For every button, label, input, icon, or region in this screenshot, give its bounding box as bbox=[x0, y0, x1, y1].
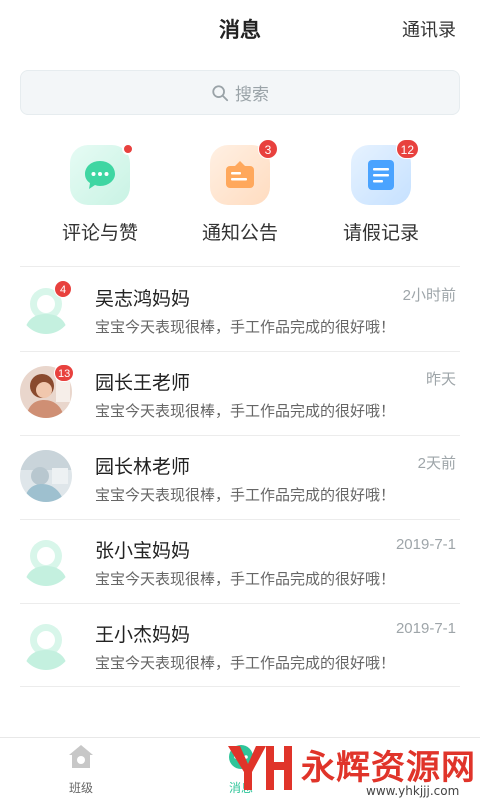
notices-count-badge: 3 bbox=[258, 139, 278, 159]
quick-action-comments[interactable]: 评论与赞 bbox=[45, 143, 155, 245]
message-preview: 宝宝今天表现很棒，手工作品完成的很好哦！ bbox=[95, 655, 396, 672]
tab-class[interactable]: 班级 bbox=[36, 742, 126, 796]
contact-name: 吴志鸿妈妈 bbox=[95, 289, 191, 310]
avatar bbox=[20, 450, 72, 502]
quick-action-label: 评论与赞 bbox=[61, 223, 138, 244]
message-preview: 宝宝今天表现很棒，手工作品完成的很好哦！ bbox=[95, 571, 396, 588]
message-time: 昨天 bbox=[425, 371, 456, 388]
notices-tile[interactable]: 3 bbox=[210, 139, 278, 205]
document-icon bbox=[368, 160, 394, 190]
message-preview: 宝宝今天表现很棒，手工作品完成的很好哦！ bbox=[95, 487, 396, 504]
conversation-item[interactable]: 园长林老师 2天前 宝宝今天表现很棒，手工作品完成的很好哦！ bbox=[0, 436, 480, 520]
watermark-text: 永辉资源网 bbox=[301, 749, 476, 787]
contact-name: 王小杰妈妈 bbox=[95, 625, 191, 646]
comments-tile[interactable] bbox=[70, 143, 134, 205]
leave-records-tile[interactable]: 12 bbox=[351, 139, 419, 205]
unread-dot bbox=[122, 143, 134, 155]
quick-action-leave-records[interactable]: 12 请假记录 bbox=[326, 139, 436, 245]
home-icon bbox=[69, 745, 93, 768]
message-time: 2小时前 bbox=[402, 287, 456, 304]
conversation-item[interactable]: 13 园长王老师 昨天 宝宝今天表现很棒，手工作品完成的很好哦！ bbox=[0, 352, 480, 436]
message-time: 2019-7-1 bbox=[395, 536, 456, 553]
conversation-item[interactable]: 张小宝妈妈 2019-7-1 宝宝今天表现很棒，手工作品完成的很好哦！ bbox=[0, 520, 480, 604]
top-nav-bar: 消息 通讯录 bbox=[0, 0, 480, 56]
section-divider bbox=[20, 266, 460, 267]
contact-name: 园长林老师 bbox=[95, 457, 191, 478]
unread-count-badge: 13 bbox=[54, 364, 75, 382]
tab-label: 班级 bbox=[68, 781, 93, 795]
chat-bubble-icon bbox=[85, 161, 115, 189]
row-divider bbox=[20, 686, 460, 687]
message-preview: 宝宝今天表现很棒，手工作品完成的很好哦！ bbox=[95, 319, 396, 336]
conversation-item[interactable]: 4 吴志鸿妈妈 2小时前 宝宝今天表现很棒，手工作品完成的很好哦！ bbox=[0, 268, 480, 352]
search-input[interactable]: 搜索 bbox=[20, 70, 460, 115]
search-placeholder: 搜索 bbox=[235, 85, 269, 104]
unread-count-badge: 4 bbox=[54, 280, 72, 298]
leave-records-count-badge: 12 bbox=[395, 139, 419, 159]
contact-name: 园长王老师 bbox=[95, 373, 191, 394]
quick-action-label: 通知公告 bbox=[201, 223, 278, 244]
watermark-url: www.yhkjjj.com bbox=[366, 784, 460, 798]
watermark: 永辉资源网 www.yhkjjj.com bbox=[226, 740, 480, 800]
message-time: 2019-7-1 bbox=[395, 620, 456, 637]
contacts-link[interactable]: 通讯录 bbox=[402, 16, 456, 42]
quick-action-label: 请假记录 bbox=[342, 223, 419, 244]
conversation-item[interactable]: 王小杰妈妈 2019-7-1 宝宝今天表现很棒，手工作品完成的很好哦！ bbox=[0, 604, 480, 688]
watermark-logo-icon bbox=[228, 746, 292, 790]
contact-name: 张小宝妈妈 bbox=[95, 541, 191, 562]
announcement-icon bbox=[226, 161, 254, 188]
avatar bbox=[20, 618, 72, 670]
quick-action-notices[interactable]: 3 通知公告 bbox=[185, 139, 295, 245]
message-time: 2天前 bbox=[417, 455, 456, 472]
message-preview: 宝宝今天表现很棒，手工作品完成的很好哦！ bbox=[95, 403, 396, 420]
avatar bbox=[20, 534, 72, 586]
search-icon bbox=[212, 84, 229, 101]
